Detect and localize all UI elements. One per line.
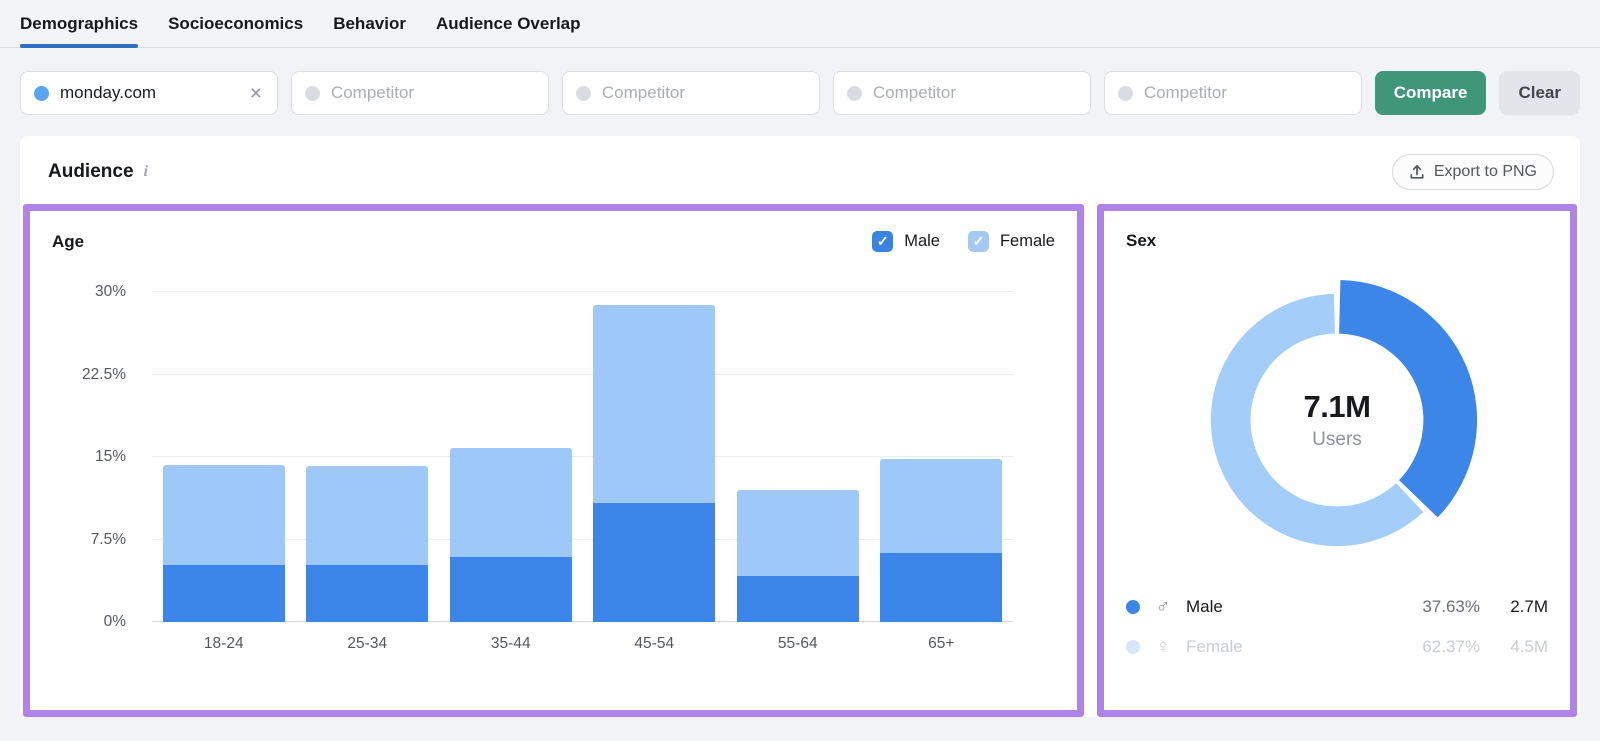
sex-legend-row-male[interactable]: ♂ Male 37.63% 2.7M: [1126, 587, 1548, 627]
sex-legend-name: Female: [1186, 637, 1243, 656]
bar-segment-female-25-34: [306, 465, 429, 565]
bar-segment-male-35-44: [449, 557, 572, 622]
tab-audience-overlap[interactable]: Audience Overlap: [436, 14, 581, 47]
competitor-input-3: [832, 71, 1091, 115]
stacked-bar-18-24[interactable]: [162, 464, 285, 622]
competitor-input-1: [290, 71, 549, 115]
audience-title: Audience: [48, 161, 134, 182]
female-legend-dot: [1126, 640, 1140, 654]
competitor-input-4: [1103, 71, 1362, 115]
competitor-input-2: [561, 71, 820, 115]
donut-slice-male[interactable]: [1339, 279, 1478, 518]
competitor-dot: [575, 85, 591, 101]
age-chart-legend: ✓ Male ✓ Female: [872, 231, 1055, 252]
sex-legend-users: 2.7M: [1510, 597, 1548, 616]
sex-legend-percent: 37.63%: [1422, 597, 1480, 616]
bar-slot-55-64: [726, 292, 870, 622]
age-chart-xaxis: 18-24 25-34 35-44 45-54 55-64 65+: [152, 635, 1013, 653]
stacked-bar-55-64[interactable]: [736, 490, 859, 622]
female-checkbox-icon[interactable]: ✓: [967, 231, 989, 252]
x-label-45-54: 45-54: [634, 635, 675, 652]
export-to-png-button[interactable]: Export to PNG: [1391, 154, 1554, 190]
x-label-35-44: 35-44: [490, 635, 531, 652]
age-chart-title: Age: [52, 231, 85, 251]
competitor-field-3[interactable]: [872, 83, 1077, 103]
male-legend-dot: [1126, 600, 1140, 614]
bar-slot-25-34: [296, 292, 440, 622]
bar-segment-female-18-24: [162, 464, 285, 565]
bar-segment-female-65: [880, 459, 1003, 553]
selected-domain-chip[interactable]: monday.com ×: [20, 71, 278, 115]
bar-segment-male-18-24: [162, 564, 285, 622]
bar-segment-male-55-64: [736, 575, 859, 622]
domain-color-dot: [34, 85, 49, 101]
legend-checkbox-female[interactable]: ✓ Female: [967, 231, 1055, 252]
x-label-25-34: 25-34: [347, 635, 388, 652]
clear-button[interactable]: Clear: [1499, 71, 1580, 115]
legend-label-female: Female: [999, 232, 1055, 250]
bar-slot-45-54: [583, 292, 727, 622]
competitor-dot: [846, 85, 862, 101]
sex-legend-percent: 62.37%: [1422, 637, 1480, 656]
stacked-bar-65[interactable]: [880, 459, 1003, 622]
competitor-field-4[interactable]: [1143, 83, 1348, 103]
sex-legend: ♂ Male 37.63% 2.7M ♀ Female 62.37% 4.5M: [1126, 587, 1548, 667]
sex-legend-name: Male: [1186, 597, 1223, 616]
competitor-field-2[interactable]: [601, 83, 806, 103]
sex-donut-chart: 7.1M Users: [1187, 269, 1487, 571]
stacked-bar-25-34[interactable]: [306, 465, 429, 622]
male-gender-icon: ♂: [1155, 595, 1171, 618]
tab-bar: Demographics Socioeconomics Behavior Audien…: [0, 0, 1600, 48]
selected-domain-label: monday.com: [60, 83, 157, 102]
competitor-field-1[interactable]: [330, 83, 535, 103]
age-chart-plot: 0% 7.5% 15% 22.5% 30%: [82, 283, 1013, 630]
remove-domain-icon[interactable]: ×: [248, 83, 264, 104]
export-icon: [1410, 164, 1424, 179]
competitor-dot: [304, 85, 320, 101]
panels-row: Age ✓ Male ✓ Female 0% 7.5% 15% 22.5% 30% 18-24…: [20, 204, 1580, 720]
export-label: Export to PNG: [1433, 163, 1537, 180]
sex-donut-svg: [1210, 279, 1478, 547]
y-tick-label: 22.5%: [82, 365, 126, 383]
stacked-bar-45-54[interactable]: [593, 305, 716, 622]
age-chart: 0% 7.5% 15% 22.5% 30% 18-24 25-34 35-44 45-54 55…: [52, 283, 1055, 653]
y-tick-label: 7.5%: [90, 530, 126, 548]
bar-slot-65: [870, 292, 1014, 622]
competitor-dot: [1117, 85, 1133, 101]
bar-slot-18-24: [152, 292, 296, 622]
compare-button[interactable]: Compare: [1374, 71, 1487, 115]
tab-behavior[interactable]: Behavior: [333, 14, 406, 47]
female-gender-icon: ♀: [1155, 635, 1171, 658]
x-label-65: 65+: [928, 635, 955, 652]
bar-segment-female-55-64: [736, 490, 859, 576]
info-icon[interactable]: i: [144, 163, 148, 181]
bar-segment-male-25-34: [306, 564, 429, 622]
bar-segment-male-45-54: [593, 503, 716, 622]
bar-segment-male-65: [880, 552, 1003, 622]
y-tick-label: 0%: [103, 613, 126, 630]
y-tick-label: 15%: [94, 448, 126, 465]
sex-legend-users: 4.5M: [1510, 637, 1548, 656]
y-tick-label: 30%: [94, 283, 126, 300]
bar-segment-female-45-54: [593, 305, 716, 504]
bar-slots: [152, 292, 1013, 622]
sex-legend-row-female[interactable]: ♀ Female 62.37% 4.5M: [1126, 627, 1548, 667]
bar-segment-female-35-44: [449, 448, 572, 558]
male-checkbox-icon[interactable]: ✓: [872, 231, 894, 252]
stacked-bar-35-44[interactable]: [449, 448, 572, 622]
demographics-page: Demographics Socioeconomics Behavior Audien…: [0, 0, 1600, 741]
sex-chart-title: Sex: [1126, 231, 1157, 250]
legend-checkbox-male[interactable]: ✓ Male: [872, 231, 940, 252]
tab-demographics[interactable]: Demographics: [20, 14, 139, 48]
audience-card-header: Audience i Export to PNG: [20, 136, 1580, 204]
legend-label-male: Male: [904, 232, 940, 250]
audience-card: Audience i Export to PNG Age ✓ Male ✓ Femal…: [20, 136, 1580, 717]
x-label-18-24: 18-24: [203, 635, 244, 652]
filter-row: monday.com × Compare Clear: [0, 48, 1600, 115]
age-chart-panel: Age ✓ Male ✓ Female 0% 7.5% 15% 22.5% 30% 18-24…: [23, 204, 1084, 717]
tab-socioeconomics[interactable]: Socioeconomics: [168, 14, 303, 47]
x-label-55-64: 55-64: [777, 635, 818, 652]
bar-slot-35-44: [439, 292, 583, 622]
sex-chart-panel: Sex 7.1M Users ♂ Male 37.63% 2.7M ♀ Female 62.…: [1097, 204, 1577, 717]
